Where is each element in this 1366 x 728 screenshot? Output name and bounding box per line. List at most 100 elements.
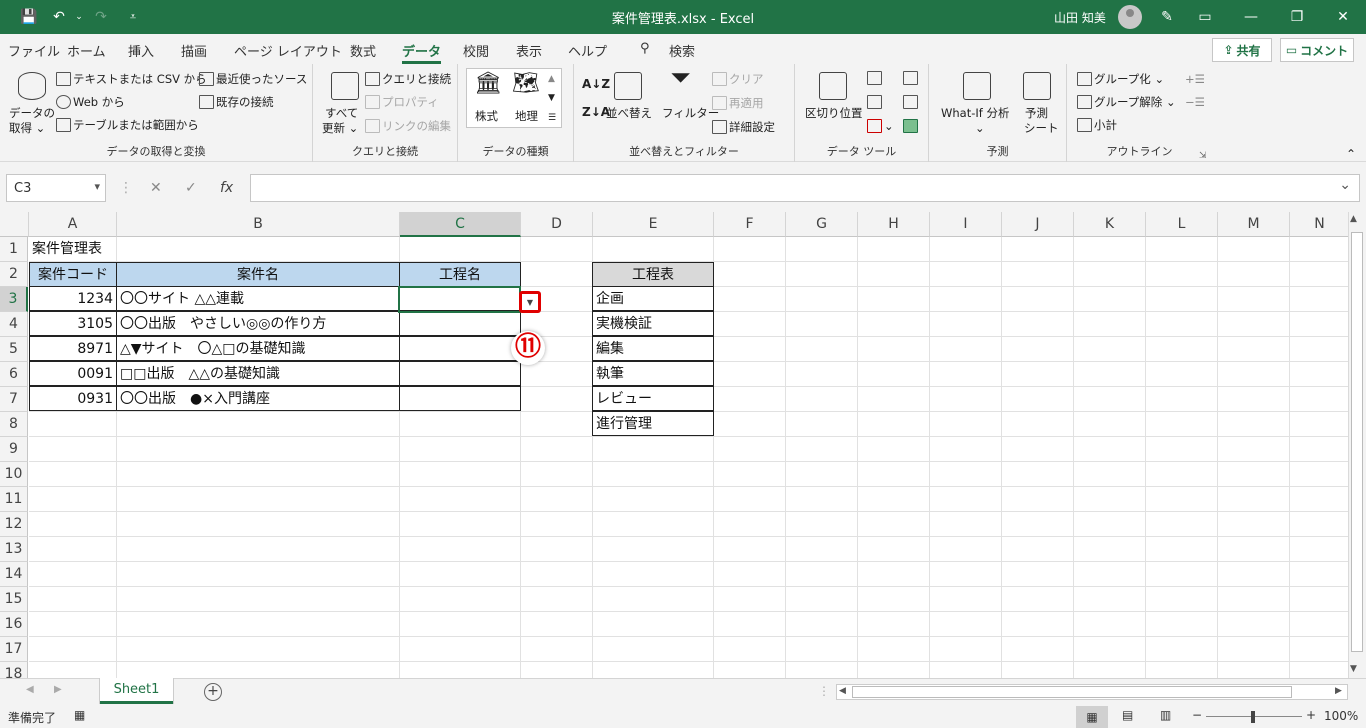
sheet-prev-icon[interactable]: ◀ — [26, 684, 34, 695]
column-header-I[interactable]: I — [930, 212, 1002, 237]
subtotal-button[interactable]: 小計 — [1077, 117, 1117, 133]
customize-qat-icon[interactable]: ⩡ — [118, 0, 148, 34]
tab-data[interactable]: データ — [402, 41, 442, 64]
column-header-A[interactable]: A — [29, 212, 117, 237]
close-icon[interactable]: ✕ — [1320, 0, 1366, 34]
sheet-title-cell[interactable]: 案件管理表 — [29, 237, 139, 262]
row-header-10[interactable]: 10 — [0, 462, 28, 487]
tab-home[interactable]: ホーム — [67, 41, 106, 60]
refresh-all-button[interactable]: すべて — [325, 105, 358, 121]
name-cell[interactable]: 〇〇サイト △△連載 — [116, 286, 400, 311]
sort-button[interactable]: 並べ替え — [606, 105, 652, 121]
group-button[interactable]: グループ化 ⌄ — [1077, 71, 1164, 87]
process-item[interactable]: 企画 — [592, 286, 714, 311]
row-header-3[interactable]: 3 — [0, 287, 28, 312]
code-cell[interactable]: 0931 — [29, 386, 117, 411]
normal-view-icon[interactable]: ▦ — [1076, 706, 1108, 728]
row-header-14[interactable]: 14 — [0, 562, 28, 587]
header-name[interactable]: 案件名 — [116, 262, 400, 287]
row-header-11[interactable]: 11 — [0, 487, 28, 512]
column-header-E[interactable]: E — [593, 212, 714, 237]
consolidate-icon[interactable] — [903, 70, 920, 86]
restore-icon[interactable]: ❐ — [1274, 0, 1320, 34]
zoom-in-icon[interactable]: + — [1306, 708, 1316, 722]
queries-connections-button[interactable]: クエリと接続 — [365, 71, 451, 87]
column-header-L[interactable]: L — [1146, 212, 1218, 237]
relationships-icon[interactable] — [903, 94, 920, 110]
code-cell[interactable]: 0091 — [29, 361, 117, 386]
forecast-sheet-button[interactable]: 予測 — [1025, 105, 1048, 121]
ungroup-button[interactable]: グループ解除 ⌄ — [1077, 94, 1176, 110]
process-cell[interactable] — [399, 311, 521, 336]
zoom-out-icon[interactable]: − — [1192, 708, 1202, 722]
process-item[interactable]: 編集 — [592, 336, 714, 361]
vertical-scroll-thumb[interactable] — [1351, 232, 1363, 652]
process-table-header[interactable]: 工程表 — [592, 262, 714, 287]
column-header-C[interactable]: C — [400, 212, 521, 237]
recent-sources-button[interactable]: 最近使ったソース — [199, 71, 307, 87]
remove-duplicates-icon[interactable] — [867, 94, 884, 110]
row-header-7[interactable]: 7 — [0, 387, 28, 412]
advanced-button[interactable]: 詳細設定 — [712, 119, 775, 135]
stocks-button[interactable]: 株式 — [475, 108, 498, 124]
search-label[interactable]: 検索 — [669, 41, 695, 60]
row-header-4[interactable]: 4 — [0, 312, 28, 337]
save-icon[interactable]: 💾 — [14, 0, 44, 34]
process-item[interactable]: 進行管理 — [592, 411, 714, 436]
table-range-button[interactable]: テーブルまたは範囲から — [56, 117, 199, 133]
process-item[interactable]: 実機検証 — [592, 311, 714, 336]
row-header-6[interactable]: 6 — [0, 362, 28, 387]
code-cell[interactable]: 8971 — [29, 336, 117, 361]
add-sheet-icon[interactable]: + — [204, 683, 222, 701]
tab-insert[interactable]: 挿入 — [128, 41, 154, 60]
share-button[interactable]: ⇪ 共有 — [1212, 38, 1272, 62]
column-header-N[interactable]: N — [1290, 212, 1350, 237]
page-layout-view-icon[interactable]: ▤ — [1122, 708, 1133, 722]
worksheet-grid[interactable]: ABCDEFGHIJKLMN 1 2 3 4 5 6 7 8 9 10 11 12 13 14 15 16 17… — [0, 212, 1366, 678]
zoom-slider-thumb[interactable] — [1251, 711, 1255, 723]
row-header-15[interactable]: 15 — [0, 587, 28, 612]
row-header-17[interactable]: 17 — [0, 637, 28, 662]
row-header-16[interactable]: 16 — [0, 612, 28, 637]
column-header-F[interactable]: F — [714, 212, 786, 237]
get-data-button[interactable]: データの — [9, 105, 55, 121]
column-header-J[interactable]: J — [1002, 212, 1074, 237]
process-cell[interactable] — [399, 336, 521, 361]
gallery-more-icon[interactable]: ☰ — [548, 110, 556, 126]
what-if-button[interactable]: What-If 分析 — [941, 105, 1009, 121]
filter-button[interactable]: フィルター — [662, 105, 719, 121]
flash-fill-icon[interactable] — [867, 70, 884, 86]
header-process[interactable]: 工程名 — [399, 262, 521, 287]
column-header-H[interactable]: H — [858, 212, 930, 237]
scroll-up-icon[interactable]: ▲ — [1350, 214, 1357, 224]
scroll-down-icon[interactable]: ▼ — [1350, 664, 1357, 674]
tab-page-layout[interactable]: ページ レイアウト — [234, 41, 342, 60]
process-item[interactable]: 執筆 — [592, 361, 714, 386]
row-header-9[interactable]: 9 — [0, 437, 28, 462]
gallery-up-icon[interactable]: ▲ — [548, 71, 555, 87]
search-icon[interactable]: ⚲ — [640, 41, 650, 56]
code-cell[interactable]: 3105 — [29, 311, 117, 336]
sheet-tab-sheet1[interactable]: Sheet1 — [100, 678, 173, 704]
sort-asc-icon[interactable]: A↓Z — [582, 76, 610, 92]
tab-review[interactable]: 校閲 — [463, 41, 489, 60]
row-header-2[interactable]: 2 — [0, 262, 28, 287]
split-icon[interactable]: ⋮ — [818, 684, 830, 698]
name-cell[interactable]: □□出版 △△の基礎知識 — [116, 361, 400, 386]
text-to-columns-button[interactable]: 区切り位置 — [805, 105, 863, 121]
user-name[interactable]: 山田 知美 — [1054, 9, 1106, 26]
existing-connections-button[interactable]: 既存の接続 — [199, 94, 274, 110]
header-code[interactable]: 案件コード — [29, 262, 117, 287]
tab-formulas[interactable]: 数式 — [350, 41, 376, 60]
row-header-8[interactable]: 8 — [0, 412, 28, 437]
ribbon-display-icon[interactable]: ▭ — [1182, 0, 1228, 34]
insert-function-icon[interactable]: fx — [220, 180, 233, 196]
validation-dropdown-button[interactable]: ▼ — [519, 291, 541, 313]
row-header-5[interactable]: 5 — [0, 337, 28, 362]
tab-help[interactable]: ヘルプ — [568, 41, 607, 60]
row-header-13[interactable]: 13 — [0, 537, 28, 562]
macro-record-icon[interactable]: ▦ — [74, 708, 85, 722]
name-cell[interactable]: △▼サイト 〇△□の基礎知識 — [116, 336, 400, 361]
select-all-button[interactable] — [0, 212, 29, 237]
name-box[interactable]: C3 — [6, 174, 106, 202]
